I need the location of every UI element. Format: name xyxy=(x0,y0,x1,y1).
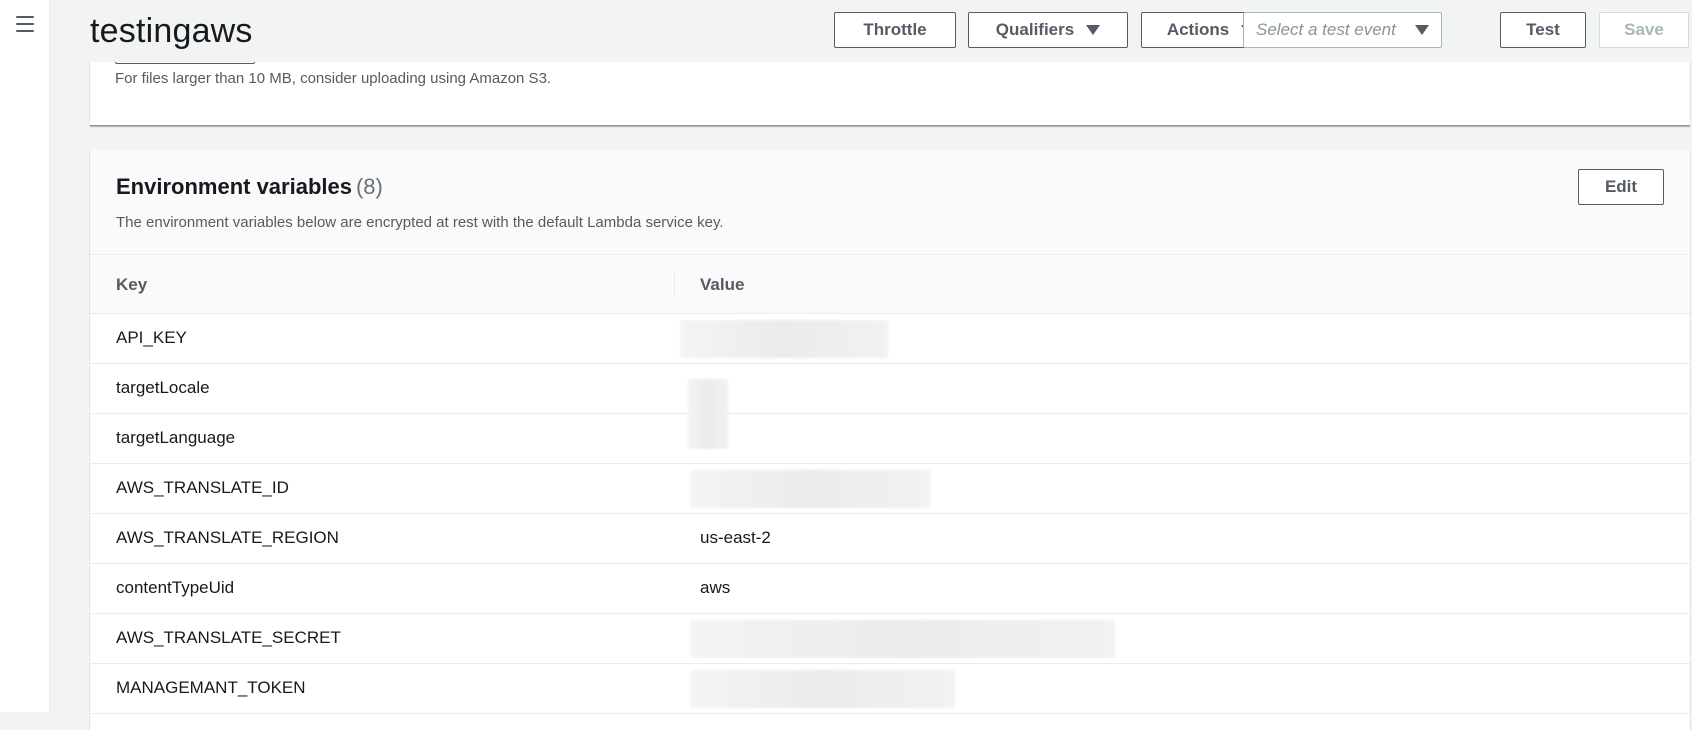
page-title: testingaws xyxy=(90,12,253,50)
env-key: AWS_TRANSLATE_SECRET xyxy=(116,628,341,647)
redacted-value xyxy=(690,620,1115,658)
save-label: Save xyxy=(1624,20,1664,39)
env-title-text: Environment variables xyxy=(116,174,352,199)
caret-down-icon xyxy=(1415,25,1429,35)
env-panel-header: Environment variables (8) The environment… xyxy=(90,150,1690,255)
column-divider[interactable] xyxy=(674,271,675,297)
edit-env-button[interactable]: Edit xyxy=(1578,169,1664,205)
env-panel-title: Environment variables (8) xyxy=(116,174,383,200)
throttle-label: Throttle xyxy=(863,20,927,39)
table-row: AWS_TRANSLATE_REGION us-east-2 xyxy=(90,514,1690,564)
test-button[interactable]: Test xyxy=(1500,12,1586,48)
throttle-button[interactable]: Throttle xyxy=(834,12,956,48)
env-key: API_KEY xyxy=(116,328,187,347)
redacted-value xyxy=(690,470,930,508)
upload-size-hint: For files larger than 10 MB, consider up… xyxy=(115,70,552,87)
caret-down-icon xyxy=(1086,25,1101,35)
table-row: targetLanguage xyxy=(90,414,1690,464)
environment-variables-panel: Environment variables (8) The environment… xyxy=(90,150,1690,730)
table-row: AWS_TRANSLATE_SECRET xyxy=(90,614,1690,664)
table-row: API_KEY xyxy=(90,314,1690,364)
env-value: aws xyxy=(700,578,731,597)
env-key: targetLanguage xyxy=(116,428,236,447)
env-key: AWS_TRANSLATE_ID xyxy=(116,478,289,497)
table-row: AWS_TRANSLATE_ID xyxy=(90,464,1690,514)
redacted-value xyxy=(680,320,888,358)
table-row: targetLocale xyxy=(90,364,1690,449)
save-button[interactable]: Save xyxy=(1599,12,1689,48)
env-count: (8) xyxy=(355,174,383,199)
hamburger-menu-icon[interactable] xyxy=(16,16,34,32)
table-row: MANAGEMANT_TOKEN xyxy=(90,664,1690,714)
redacted-value xyxy=(690,670,955,708)
qualifiers-dropdown[interactable]: Qualifiers xyxy=(968,12,1128,48)
test-event-placeholder: Select a test event xyxy=(1256,20,1396,39)
actions-label: Actions xyxy=(1166,20,1230,39)
left-nav-rail xyxy=(0,0,50,712)
env-description: The environment variables below are encr… xyxy=(116,214,724,231)
test-label: Test xyxy=(1526,20,1560,39)
env-key: MANAGEMANT_TOKEN xyxy=(116,678,306,697)
test-event-select[interactable]: Select a test event xyxy=(1243,12,1442,48)
column-header-key[interactable]: Key xyxy=(116,275,147,295)
env-value: us-east-2 xyxy=(700,528,771,547)
qualifiers-label: Qualifiers xyxy=(995,20,1075,39)
env-key: targetLocale xyxy=(116,378,210,397)
column-header-value[interactable]: Value xyxy=(700,275,744,295)
env-key: AWS_TRANSLATE_REGION xyxy=(116,528,339,547)
table-row: contentTypeUid aws xyxy=(90,564,1690,614)
env-key: contentTypeUid xyxy=(116,578,235,597)
env-table-header: Key Value xyxy=(90,255,1690,314)
